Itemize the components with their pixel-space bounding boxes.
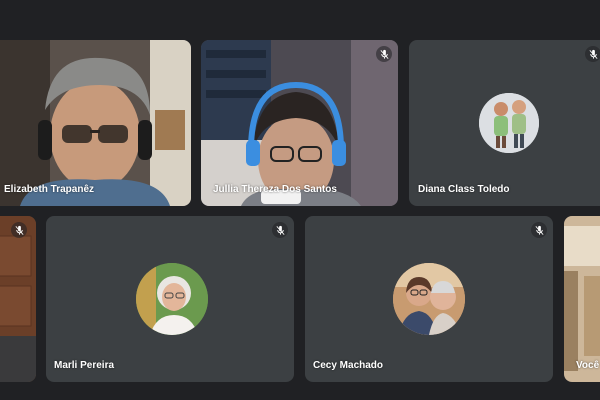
participant-tile-marli[interactable]: Marli Pereira <box>46 216 294 382</box>
participant-tile-jullia[interactable]: Jullia Thereza Dos Santos <box>201 40 398 206</box>
avatar-image <box>136 263 208 335</box>
mic-off-icon <box>272 222 288 238</box>
participant-tile-diana[interactable]: Diana Class Toledo <box>409 40 600 206</box>
participant-video-partial <box>0 216 36 382</box>
meeting-grid: Elizabeth Trapanêz Jullia Thereza Dos Sa… <box>0 0 600 400</box>
avatar-image <box>479 93 539 153</box>
participant-name: Elizabeth Trapanêz <box>4 184 95 195</box>
avatar-image <box>393 263 465 335</box>
participant-video-jullia <box>201 40 398 206</box>
mic-off-icon <box>376 46 392 62</box>
participant-avatar <box>136 263 208 335</box>
participant-name: Você <box>576 360 600 371</box>
mic-off-icon <box>11 222 27 238</box>
participant-name: Marli Pereira <box>54 360 115 371</box>
participant-video-elizabeth <box>0 40 191 206</box>
participant-tile-partial-left[interactable] <box>0 216 36 382</box>
mic-off-icon <box>531 222 547 238</box>
mic-off-icon <box>585 46 600 62</box>
participant-name: Jullia Thereza Dos Santos <box>213 184 337 195</box>
participant-tile-self[interactable]: Você <box>564 216 600 382</box>
participant-avatar <box>393 263 465 335</box>
participant-name: Cecy Machado <box>313 360 384 371</box>
participant-tile-elizabeth[interactable]: Elizabeth Trapanêz <box>0 40 191 206</box>
participant-tile-cecy[interactable]: Cecy Machado <box>305 216 553 382</box>
participant-avatar <box>479 93 539 153</box>
participant-name: Diana Class Toledo <box>418 184 510 195</box>
participant-video-self <box>564 216 600 382</box>
